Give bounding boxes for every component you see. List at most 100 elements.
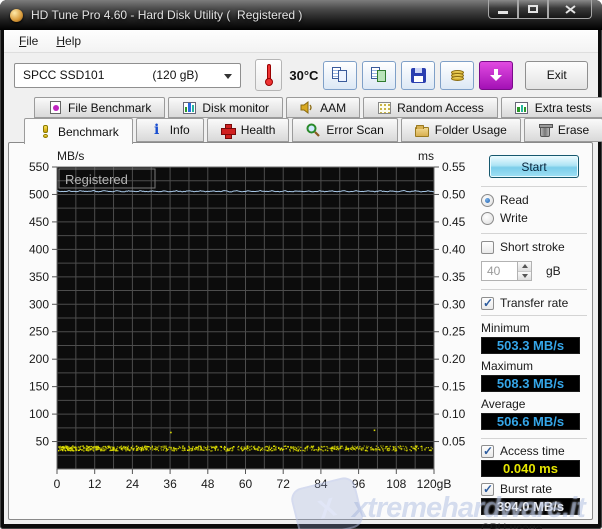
- svg-text:24: 24: [126, 477, 140, 491]
- svg-text:200: 200: [29, 352, 49, 366]
- access-time-row[interactable]: Access time: [481, 444, 587, 458]
- read-radio[interactable]: [481, 193, 494, 207]
- tab-folder-usage[interactable]: Folder Usage: [400, 118, 521, 142]
- short-stroke-checkbox[interactable]: [481, 240, 494, 254]
- divider: [481, 289, 587, 290]
- svg-text:0: 0: [54, 477, 61, 491]
- tab-label: Random Access: [397, 100, 484, 115]
- read-label: Read: [500, 193, 529, 207]
- info-icon: i: [154, 122, 160, 138]
- app-icon: [10, 8, 23, 22]
- burst-rate-checkbox[interactable]: [481, 482, 494, 496]
- tab-row-secondary: File Benchmark Disk monitor AAM Random A…: [34, 97, 602, 118]
- access-time-value: 0.040 ms: [481, 460, 580, 477]
- minimum-label: Minimum: [481, 321, 530, 335]
- svg-text:48: 48: [201, 477, 215, 491]
- tab-random-access[interactable]: Random Access: [363, 97, 498, 118]
- burst-rate-value: 394.0 MB/s: [481, 498, 580, 515]
- tabs: File Benchmark Disk monitor AAM Random A…: [4, 97, 602, 144]
- tab-label: Health: [240, 123, 276, 137]
- capacity-spinner: gB: [481, 261, 587, 281]
- benchmark-controls: Start Read Write Short stroke 40 gB ✓ Tr…: [481, 153, 587, 529]
- minimize-button[interactable]: [488, 0, 518, 19]
- svg-text:250: 250: [29, 325, 49, 339]
- divider: [481, 233, 587, 234]
- svg-text:550: 550: [29, 160, 49, 174]
- tab-benchmark[interactable]: Benchmark: [24, 118, 133, 144]
- spinner-up-button[interactable]: [518, 262, 531, 271]
- svg-text:450: 450: [29, 215, 49, 229]
- check-updates-button[interactable]: [479, 60, 514, 90]
- close-button[interactable]: [548, 0, 592, 19]
- access-time-label: Access time: [500, 444, 565, 458]
- transfer-rate-row[interactable]: Transfer rate: [481, 296, 587, 310]
- tab-erase[interactable]: Erase: [523, 118, 602, 142]
- tab-info[interactable]: i Info: [135, 118, 204, 142]
- svg-text:0.05: 0.05: [442, 435, 466, 449]
- toolbar: SPCC SSD101 (120 gB) 30°C Exit: [4, 53, 598, 97]
- floppy-disk-icon: [410, 67, 426, 83]
- write-radio[interactable]: [481, 211, 494, 225]
- tab-aam[interactable]: AAM: [286, 97, 361, 118]
- divider: [481, 315, 587, 316]
- capacity-input[interactable]: [481, 261, 517, 281]
- svg-text:150: 150: [29, 380, 49, 394]
- svg-text:350: 350: [29, 270, 49, 284]
- titlebar: HD Tune Pro 4.60 - Hard Disk Utility ( R…: [0, 0, 602, 30]
- cpu-usage-label: CPU usage: [481, 521, 543, 529]
- menu-item-file[interactable]: File: [10, 32, 47, 50]
- svg-text:0.30: 0.30: [442, 297, 466, 311]
- svg-text:MB/s: MB/s: [57, 149, 84, 163]
- access-time-checkbox[interactable]: [481, 444, 494, 458]
- divider: [481, 186, 587, 187]
- drive-capacity: (120 gB): [152, 68, 199, 82]
- minimum-value: 503.3 MB/s: [481, 337, 580, 354]
- tab-disk-monitor[interactable]: Disk monitor: [168, 97, 284, 118]
- tab-label: Disk monitor: [202, 100, 270, 115]
- start-button[interactable]: Start: [489, 155, 579, 178]
- write-radio-row[interactable]: Write: [481, 211, 587, 225]
- tab-label: Extra tests: [534, 100, 592, 115]
- copy-image-icon: [370, 67, 388, 83]
- speaker-icon: [300, 101, 314, 115]
- tab-label: Folder Usage: [434, 123, 507, 137]
- tab-label: Benchmark: [58, 124, 119, 139]
- tab-error-scan[interactable]: Error Scan: [292, 118, 398, 142]
- tab-file-benchmark[interactable]: File Benchmark: [34, 97, 166, 118]
- extra-tests-icon: [515, 101, 529, 115]
- disk-monitor-icon: [182, 101, 196, 115]
- average-value: 506.6 MB/s: [481, 413, 580, 430]
- maximize-icon: [528, 5, 538, 13]
- tab-extra-tests[interactable]: Extra tests: [500, 97, 602, 118]
- svg-text:0.20: 0.20: [442, 352, 466, 366]
- burst-rate-row[interactable]: Burst rate: [481, 482, 587, 496]
- trash-icon: [538, 123, 553, 137]
- exit-button[interactable]: Exit: [525, 60, 588, 90]
- svg-text:0.50: 0.50: [442, 187, 466, 201]
- copy-text-button[interactable]: [323, 60, 358, 90]
- maximize-button[interactable]: [518, 0, 548, 19]
- svg-text:12: 12: [88, 477, 102, 491]
- drive-select[interactable]: SPCC SSD101 (120 gB): [14, 62, 241, 88]
- spinner-down-button[interactable]: [518, 270, 531, 280]
- transfer-rate-label: Transfer rate: [500, 296, 569, 310]
- average-label: Average: [481, 397, 526, 411]
- short-stroke-row[interactable]: Short stroke: [481, 240, 587, 254]
- menu-item-help[interactable]: Help: [47, 32, 90, 50]
- svg-text:72: 72: [277, 477, 291, 491]
- tab-label: File Benchmark: [68, 100, 152, 115]
- save-screenshot-button[interactable]: [401, 60, 436, 90]
- close-icon: [564, 4, 576, 14]
- maximum-value: 508.3 MB/s: [481, 375, 580, 392]
- transfer-rate-checkbox[interactable]: [481, 296, 494, 310]
- write-label: Write: [500, 211, 528, 225]
- folder-icon: [414, 123, 429, 137]
- donate-button[interactable]: [440, 60, 475, 90]
- temperature-button[interactable]: [255, 59, 283, 91]
- read-radio-row[interactable]: Read: [481, 193, 587, 207]
- copy-screenshot-button[interactable]: [362, 60, 397, 90]
- health-cross-icon: [221, 123, 237, 139]
- svg-text:60: 60: [239, 477, 253, 491]
- menubar: File Help: [4, 30, 598, 53]
- tab-health[interactable]: Health: [206, 118, 290, 142]
